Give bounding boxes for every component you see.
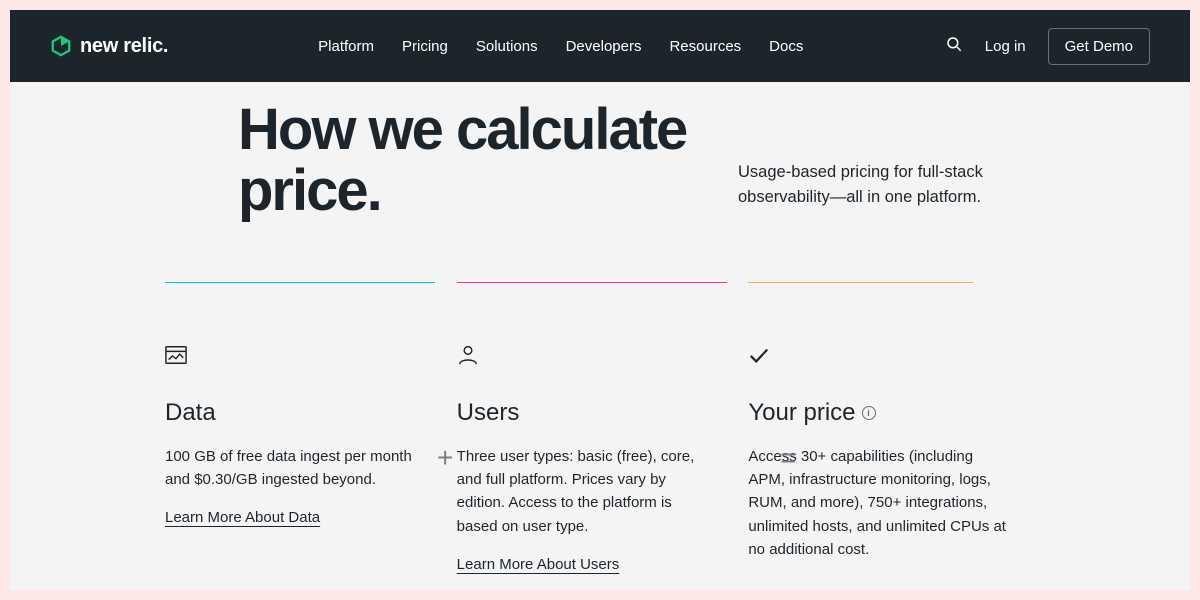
nav-platform[interactable]: Platform <box>318 38 374 55</box>
pricing-columns: Data 100 GB of free data ingest per mont… <box>10 282 1190 579</box>
get-demo-button[interactable]: Get Demo <box>1048 28 1150 65</box>
plus-operator: + <box>437 442 453 474</box>
learn-more-data-link[interactable]: Learn More About Data <box>165 509 320 526</box>
user-icon <box>457 345 729 367</box>
hero-left: How we calculate price. <box>238 100 718 222</box>
data-icon <box>165 345 437 367</box>
page-title: How we calculate price. <box>238 100 718 222</box>
top-navbar: new relic. Platform Pricing Solutions De… <box>10 10 1190 82</box>
hero-subtitle: Usage-based pricing for full-stack obser… <box>738 160 1018 222</box>
login-link[interactable]: Log in <box>985 38 1026 55</box>
column-data: Data 100 GB of free data ingest per mont… <box>165 282 457 579</box>
column-users: Users Three user types: basic (free), co… <box>457 282 749 579</box>
brand-name: new relic. <box>80 35 168 58</box>
equals-operator: = <box>780 442 792 474</box>
column-price: Your price i Access 30+ capabilities (in… <box>748 282 1040 579</box>
hero-section: How we calculate price. Usage-based pric… <box>10 82 1190 222</box>
nav-resources[interactable]: Resources <box>669 38 741 55</box>
nav-docs[interactable]: Docs <box>769 38 803 55</box>
accent-rule-users <box>457 282 727 283</box>
nav-solutions[interactable]: Solutions <box>476 38 538 55</box>
column-price-title: Your price i <box>748 399 1020 427</box>
nav-links: Platform Pricing Solutions Developers Re… <box>318 38 803 55</box>
column-users-title: Users <box>457 399 729 427</box>
nav-right: Log in Get Demo <box>945 28 1150 65</box>
page-root: new relic. Platform Pricing Solutions De… <box>10 10 1190 590</box>
column-price-title-text: Your price <box>748 399 855 427</box>
brand-logo[interactable]: new relic. <box>50 35 168 58</box>
accent-rule-data <box>165 282 435 283</box>
info-icon[interactable]: i <box>862 406 876 420</box>
nav-developers[interactable]: Developers <box>566 38 642 55</box>
column-data-body: 100 GB of free data ingest per month and… <box>165 445 415 492</box>
learn-more-users-link[interactable]: Learn More About Users <box>457 556 620 573</box>
nav-pricing[interactable]: Pricing <box>402 38 448 55</box>
check-icon <box>748 345 1020 367</box>
accent-rule-price <box>748 282 973 283</box>
search-icon[interactable] <box>945 35 963 57</box>
column-data-title: Data <box>165 399 437 427</box>
newrelic-logo-icon <box>50 35 72 57</box>
column-users-body: Three user types: basic (free), core, an… <box>457 445 707 538</box>
main-content: How we calculate price. Usage-based pric… <box>10 82 1190 579</box>
